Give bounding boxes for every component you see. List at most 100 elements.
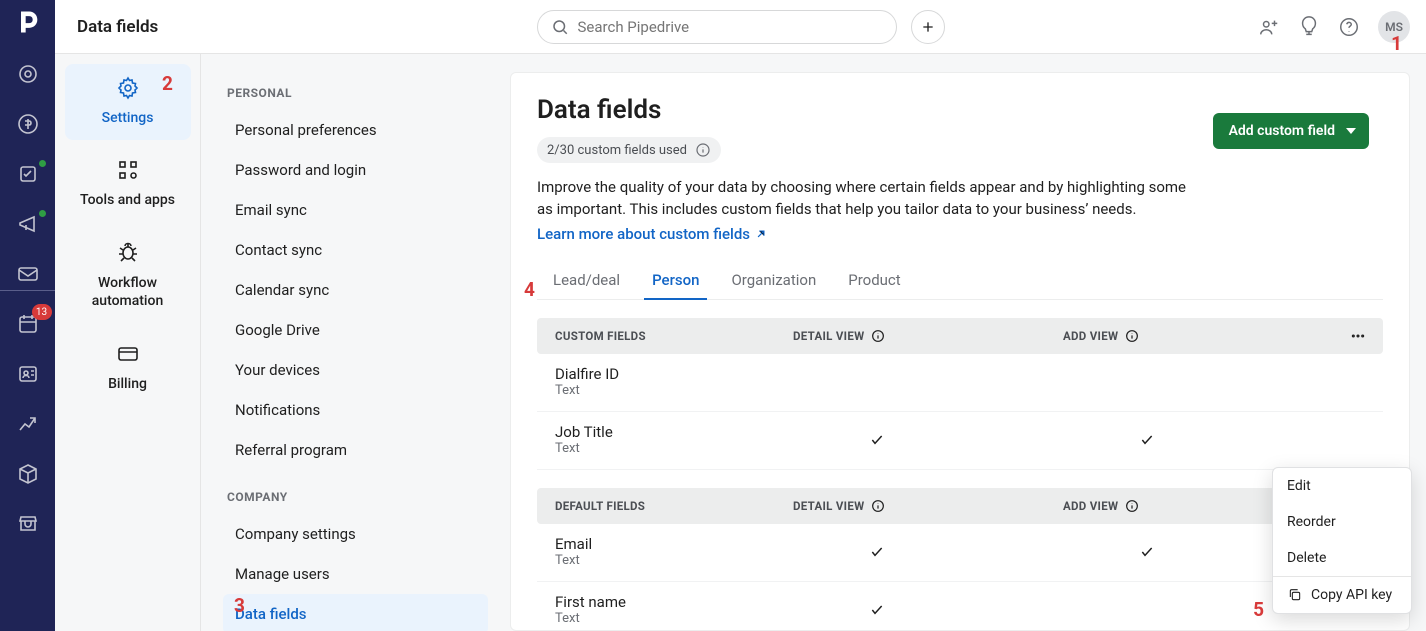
search-box[interactable] xyxy=(537,10,897,44)
ctx-copy-label: Copy API key xyxy=(1311,587,1392,603)
menu-google-drive[interactable]: Google Drive xyxy=(223,310,488,350)
help-icon[interactable] xyxy=(1338,16,1360,38)
field-name: Dialfire ID xyxy=(555,365,843,383)
entity-tabs: Lead/deal Person Organization Product xyxy=(537,271,1383,300)
tools-icon xyxy=(116,158,140,182)
plus-icon xyxy=(920,19,936,35)
menu-data-fields[interactable]: Data fields xyxy=(223,594,488,631)
annotation-5: 5 xyxy=(1253,598,1264,621)
annotation-4: 4 xyxy=(524,278,535,301)
activities-badge: 13 xyxy=(32,304,52,320)
gear-icon xyxy=(116,76,140,100)
field-type: Text xyxy=(555,553,843,569)
field-type: Text xyxy=(555,441,843,457)
info-icon[interactable] xyxy=(1124,328,1140,344)
nav-campaigns-icon[interactable] xyxy=(16,212,40,236)
subnav-tools-label: Tools and apps xyxy=(69,192,187,208)
nav-leads-icon[interactable] xyxy=(16,62,40,86)
menu-group-company: COMPANY xyxy=(227,490,488,504)
quick-add-button[interactable] xyxy=(911,10,945,44)
caret-down-icon xyxy=(1345,125,1357,137)
fields-usage-chip: 2/30 custom fields used xyxy=(537,137,721,163)
nav-projects-icon[interactable] xyxy=(16,162,40,186)
info-icon[interactable] xyxy=(870,498,886,514)
page-title: Data fields xyxy=(77,17,158,37)
tab-lead-deal[interactable]: Lead/deal xyxy=(551,271,622,299)
subnav-billing[interactable]: Billing xyxy=(65,330,191,406)
nav-contacts-icon[interactable] xyxy=(16,362,40,386)
nav-deals-icon[interactable] xyxy=(16,112,40,136)
annotation-2: 2 xyxy=(162,72,173,95)
settings-subnav: Settings Tools and apps Workflow automat… xyxy=(55,54,200,631)
nav-insights-icon[interactable] xyxy=(16,412,40,436)
annotation-3: 3 xyxy=(234,594,245,617)
menu-your-devices[interactable]: Your devices xyxy=(223,350,488,390)
search-input[interactable] xyxy=(537,10,897,44)
detail-view-cell xyxy=(843,544,1113,560)
menu-password-login[interactable]: Password and login xyxy=(223,150,488,190)
table-row[interactable]: Dialfire IDText xyxy=(537,354,1383,412)
nav-mail-icon[interactable] xyxy=(16,262,40,286)
learn-more-link[interactable]: Learn more about custom fields xyxy=(537,225,768,243)
ctx-copy-api-key[interactable]: Copy API key xyxy=(1273,577,1411,613)
field-name: Email xyxy=(555,535,843,553)
external-link-icon xyxy=(754,227,768,241)
left-rail: 13 xyxy=(0,0,55,631)
col-detail-view: DETAIL VIEW xyxy=(793,499,864,513)
nav-marketplace-icon[interactable] xyxy=(16,512,40,536)
tab-person[interactable]: Person xyxy=(650,271,701,299)
menu-contact-sync[interactable]: Contact sync xyxy=(223,230,488,270)
custom-fields-header: CUSTOM FIELDS DETAIL VIEW ADD VIEW xyxy=(537,318,1383,354)
tab-product[interactable]: Product xyxy=(846,271,902,299)
col-default-fields: DEFAULT FIELDS xyxy=(537,499,793,513)
invite-users-icon[interactable] xyxy=(1258,16,1280,38)
menu-company-settings[interactable]: Company settings xyxy=(223,514,488,554)
add-custom-field-label: Add custom field xyxy=(1229,123,1335,139)
field-type: Text xyxy=(555,611,843,627)
more-options-icon[interactable] xyxy=(1350,328,1366,344)
copy-icon xyxy=(1287,587,1303,603)
info-icon[interactable] xyxy=(695,142,711,158)
ctx-reorder[interactable]: Reorder xyxy=(1273,504,1411,540)
col-custom-fields: CUSTOM FIELDS xyxy=(537,329,793,343)
detail-view-cell xyxy=(843,602,1113,618)
tab-organization[interactable]: Organization xyxy=(729,271,818,299)
annotation-1: 1 xyxy=(1391,32,1402,55)
pipedrive-logo[interactable] xyxy=(14,8,42,36)
menu-calendar-sync[interactable]: Calendar sync xyxy=(223,270,488,310)
menu-manage-users[interactable]: Manage users xyxy=(223,554,488,594)
search-icon xyxy=(551,18,569,36)
field-name: Job Title xyxy=(555,423,843,441)
subnav-workflow-label: Workflow automation xyxy=(69,274,187,310)
menu-personal-preferences[interactable]: Personal preferences xyxy=(223,110,488,150)
table-row[interactable]: Job TitleText xyxy=(537,412,1383,470)
fields-usage-text: 2/30 custom fields used xyxy=(547,143,687,158)
subnav-settings-label: Settings xyxy=(69,110,187,126)
ctx-edit[interactable]: Edit xyxy=(1273,468,1411,504)
menu-group-personal: PERSONAL xyxy=(227,86,488,100)
col-add-view: ADD VIEW xyxy=(1063,329,1118,343)
field-name: First name xyxy=(555,593,843,611)
menu-email-sync[interactable]: Email sync xyxy=(223,190,488,230)
subnav-workflow[interactable]: Workflow automation xyxy=(65,228,191,324)
sales-assistant-icon[interactable] xyxy=(1298,16,1320,38)
add-view-cell xyxy=(1113,432,1383,448)
learn-more-text: Learn more about custom fields xyxy=(537,225,750,243)
info-icon[interactable] xyxy=(870,328,886,344)
nav-activities-icon[interactable]: 13 xyxy=(16,312,40,336)
add-custom-field-button[interactable]: Add custom field xyxy=(1213,113,1369,149)
table-row[interactable]: EmailText xyxy=(537,524,1383,582)
settings-menu: PERSONAL Personal preferences Password a… xyxy=(200,54,510,631)
info-icon[interactable] xyxy=(1124,498,1140,514)
nav-products-icon[interactable] xyxy=(16,462,40,486)
bug-icon xyxy=(116,240,140,264)
menu-notifications[interactable]: Notifications xyxy=(223,390,488,430)
col-add-view: ADD VIEW xyxy=(1063,499,1118,513)
field-type: Text xyxy=(555,383,843,399)
ctx-delete[interactable]: Delete xyxy=(1273,540,1411,576)
subnav-tools[interactable]: Tools and apps xyxy=(65,146,191,222)
menu-referral-program[interactable]: Referral program xyxy=(223,430,488,470)
billing-icon xyxy=(116,342,140,366)
detail-view-cell xyxy=(843,432,1113,448)
custom-fields-table: CUSTOM FIELDS DETAIL VIEW ADD VIEW Dialf… xyxy=(537,318,1383,631)
